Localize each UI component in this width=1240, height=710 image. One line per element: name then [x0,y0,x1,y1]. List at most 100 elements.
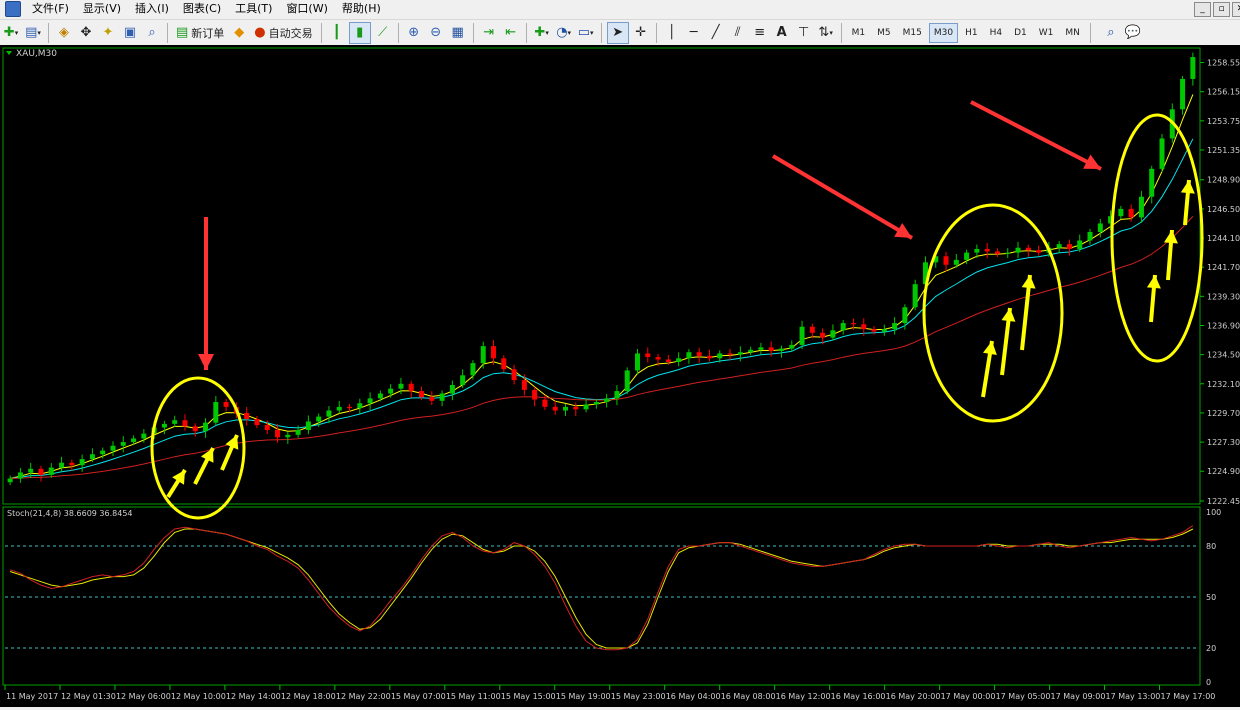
candle-body [943,256,949,265]
menu-charts[interactable]: 图表(C) [176,0,228,18]
profiles-icon[interactable]: ▤ ▾ [23,23,43,43]
menu-file[interactable]: 文件(F) [25,0,76,18]
vertical-line-icon[interactable]: │ [662,23,682,43]
market-watch-icon[interactable]: ◈ [54,23,74,43]
periods-icon[interactable]: ◔ ▾ [554,23,574,43]
time-tick-label: 15 May 07:00 [391,692,446,701]
terminal-icon[interactable]: ▣ [120,23,140,43]
cursor-icon[interactable]: ➤ [606,21,629,44]
time-tick-label: 11 May 2017 [6,692,58,701]
candle-body [676,358,682,362]
price-tick-label: 1258.55 [1207,59,1240,68]
candle-body [120,442,126,446]
timeframe-h1[interactable]: H1 [960,23,983,43]
time-tick-label: 17 May 17:00 [1161,692,1216,701]
new-order-button[interactable]: ▤ 新订单 [173,23,227,43]
restore-button[interactable]: ▫ [1213,2,1230,17]
timeframe-w1[interactable]: W1 [1034,23,1059,43]
candle-body [1138,196,1144,218]
search-icon[interactable]: ⌕ [1101,23,1121,43]
candle-body [552,406,558,411]
candle-body [1077,240,1083,249]
candle-body [696,352,702,356]
timeframe-m30[interactable]: M30 [928,22,959,43]
zoom-out-icon[interactable]: ⊖ [426,23,446,43]
candle-body [1128,208,1134,218]
candle-body [326,410,332,417]
meta-editor-icon[interactable]: ◆ [229,23,249,43]
candle-body [953,259,959,265]
candle-body [604,398,610,403]
new-chart-icon[interactable]: ✚ ▾ [1,23,21,43]
line-chart-icon[interactable]: ⟋ [373,23,393,43]
zoom-in-icon[interactable]: ⊕ [404,23,424,43]
time-tick-label: 16 May 08:00 [721,692,776,701]
bar-chart-icon[interactable]: ┃ [327,23,347,43]
timeframe-d1[interactable]: D1 [1009,23,1032,43]
horizontal-line-icon[interactable]: ─ [684,23,704,43]
toolbar-divider [167,22,168,43]
close-button[interactable]: ✕ [1232,2,1240,17]
time-tick-label: 15 May 23:00 [611,692,666,701]
candle-body [69,462,75,466]
price-tick-label: 1239.30 [1207,292,1240,301]
candle-body [1190,57,1196,79]
price-tick-label: 1241.70 [1207,263,1240,272]
price-chart[interactable]: XAU,M30 Stoch(21,4,8) 38.6609 36.8454 12… [0,45,1240,707]
auto-scroll-icon[interactable]: ⇥ [479,23,499,43]
auto-trading-button[interactable]: ● 自动交易 [251,23,315,43]
menu-window[interactable]: 窗口(W) [279,0,334,18]
price-tick-label: 1244.10 [1207,234,1240,243]
timeframe-mn[interactable]: MN [1060,23,1085,43]
crosshair-icon[interactable]: ✛ [631,23,651,43]
menu-insert[interactable]: 插入(I) [128,0,176,18]
candle-body [737,352,743,355]
candle-body [563,406,569,411]
chart-window[interactable]: XAU,M30 Stoch(21,4,8) 38.6609 36.8454 12… [0,45,1240,707]
menu-help[interactable]: 帮助(H) [335,0,388,18]
candle-body [532,389,538,400]
candle-body [264,425,270,430]
candle-body [161,423,167,428]
candle-body [408,383,414,392]
minimize-button[interactable]: _ [1194,2,1211,17]
fibonacci-icon[interactable]: ≡ [750,23,770,43]
candle-body [974,248,980,253]
timeframe-m5[interactable]: M5 [872,23,896,43]
candlestick-icon[interactable]: ▮ [348,21,371,44]
timeframe-h4[interactable]: H4 [985,23,1008,43]
menu-tools[interactable]: 工具(T) [228,0,279,18]
candle-body [912,284,918,308]
arrows-icon[interactable]: ⇅ ▾ [816,23,836,43]
candle-body [254,419,260,426]
chart-shift-icon[interactable]: ⇤ [501,23,521,43]
time-tick-label: 12 May 18:00 [281,692,336,701]
text-label-icon[interactable]: ⊤ [794,23,814,43]
time-tick-label: 12 May 14:00 [226,692,281,701]
symbol-label: XAU,M30 [16,49,57,59]
trendline-icon[interactable]: ╱ [706,23,726,43]
candle-body [223,402,229,407]
candle-body [799,326,805,345]
candle-body [131,438,137,443]
strategy-tester-icon[interactable]: ⌕ [142,23,162,43]
chat-icon[interactable]: 💬 [1123,23,1143,43]
candle-body [645,353,651,358]
equidistant-channel-icon[interactable]: ⫽ [728,23,748,43]
time-tick-label: 16 May 12:00 [776,692,831,701]
menu-view[interactable]: 显示(V) [76,0,128,18]
candle-body [89,454,95,460]
tile-windows-icon[interactable]: ▦ [448,23,468,43]
app-icon [5,1,21,17]
indicators-icon[interactable]: ✚ ▾ [532,23,552,43]
candle-body [820,332,826,338]
price-tick-label: 1234.50 [1207,351,1240,360]
navigator-icon[interactable]: ✦ [98,23,118,43]
timeframe-m15[interactable]: M15 [898,23,927,43]
candle-body [727,353,733,355]
candle [1159,133,1165,172]
data-window-icon[interactable]: ✥ [76,23,96,43]
text-icon[interactable]: A [772,23,792,43]
timeframe-m1[interactable]: M1 [847,23,871,43]
templates-icon[interactable]: ▭ ▾ [576,23,596,43]
